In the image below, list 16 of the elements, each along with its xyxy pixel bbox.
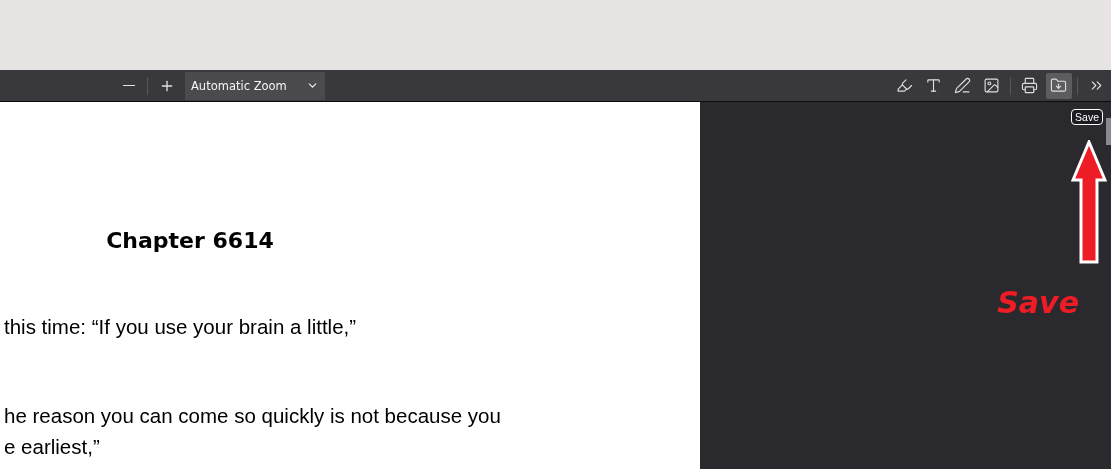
minus-icon [122, 84, 135, 87]
paragraph: he reason you can come so quickly is not because you e earliest,” [3, 403, 502, 460]
annotation-label: Save [997, 285, 1079, 320]
scrollbar-thumb[interactable] [1106, 118, 1111, 145]
up-arrow-icon [1071, 140, 1107, 264]
paragraph: this time: “If you use your brain a little,” [3, 314, 358, 340]
text-icon [925, 77, 942, 94]
chapter-heading: Chapter 6614 [105, 228, 275, 253]
save-button[interactable] [1045, 72, 1072, 99]
tooltip: Save [1071, 109, 1103, 125]
zoom-select[interactable]: Automatic Zoom [185, 71, 325, 100]
pen-icon [954, 77, 971, 94]
image-icon [983, 77, 1000, 94]
highlighter-icon [896, 77, 913, 94]
save-icon [1050, 77, 1067, 94]
printer-icon [1021, 77, 1038, 94]
